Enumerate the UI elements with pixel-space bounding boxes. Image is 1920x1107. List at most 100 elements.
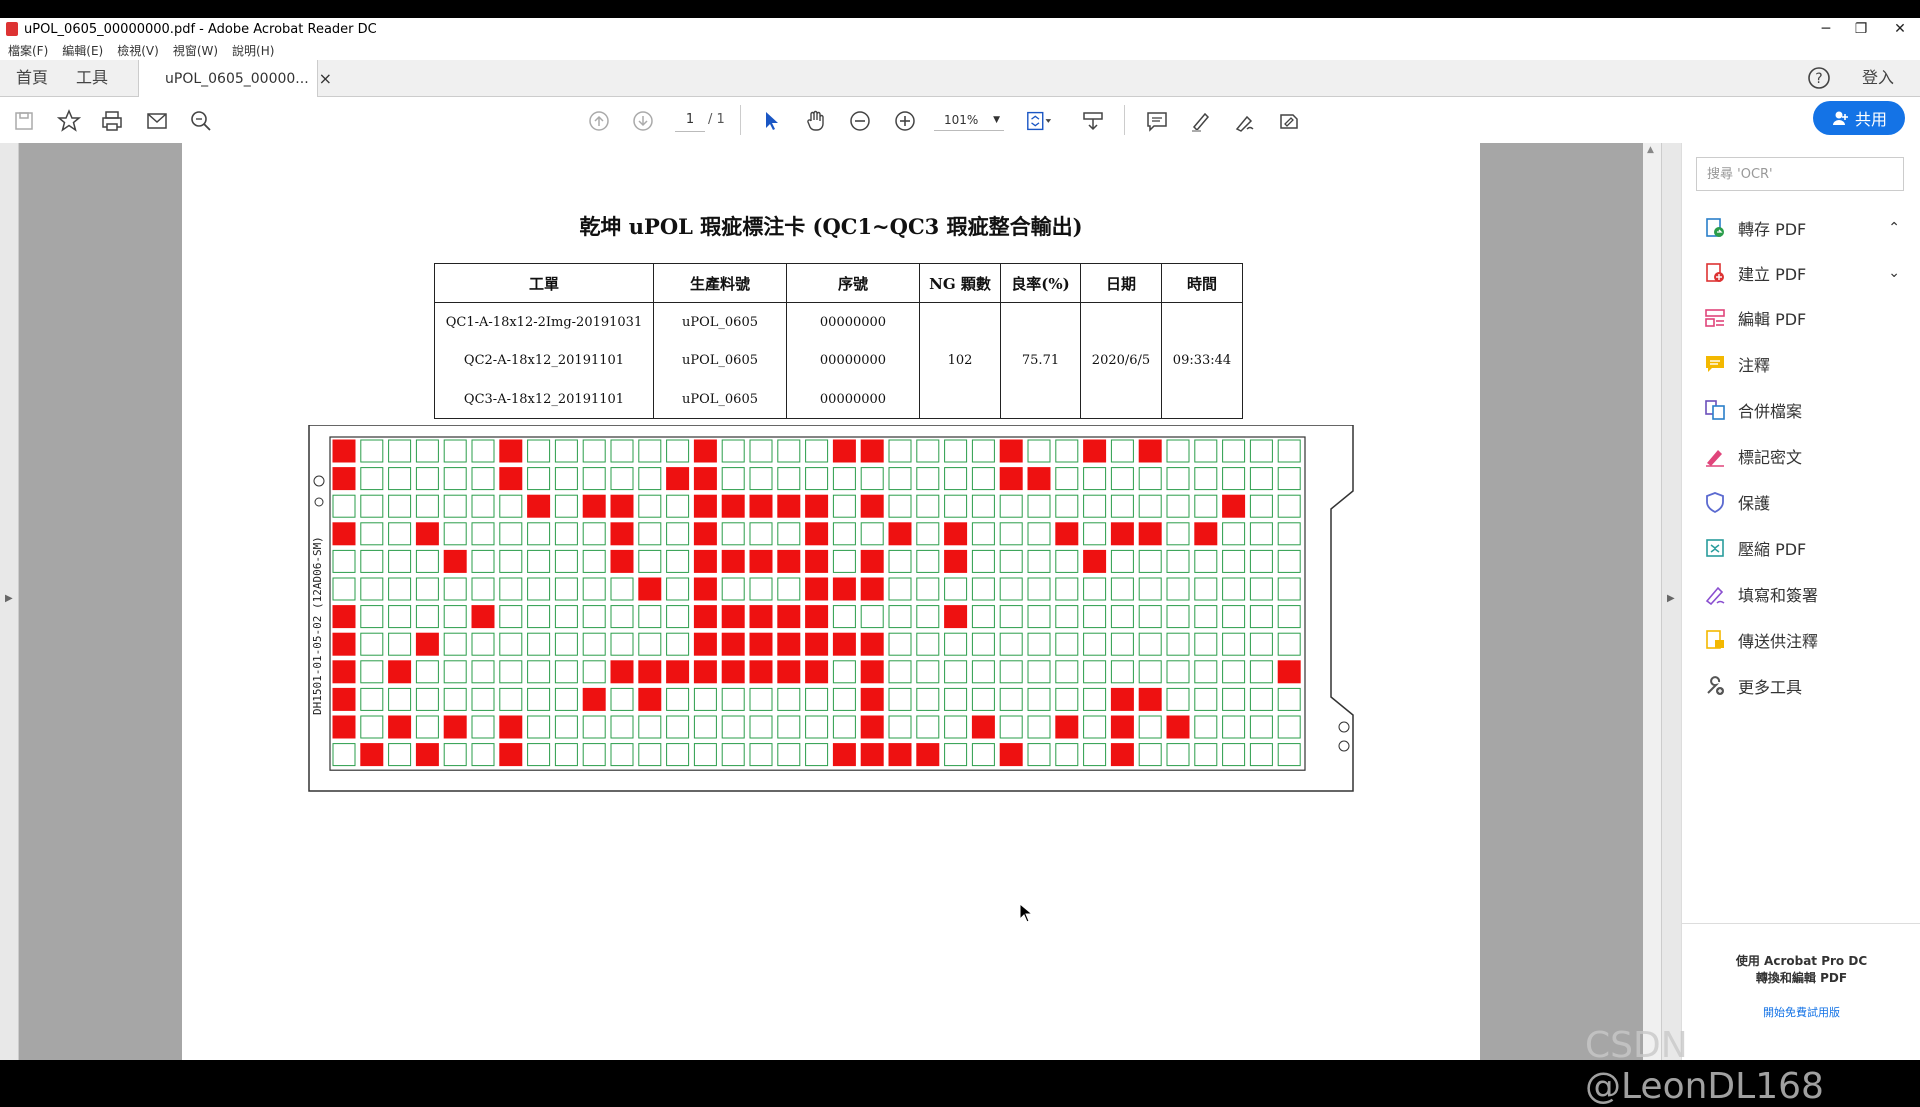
grid-cell	[360, 522, 384, 546]
next-page-icon[interactable]	[629, 107, 657, 135]
defect-cell	[1055, 522, 1079, 546]
grid-cell	[777, 577, 801, 601]
tool-fill-sign[interactable]: 填寫和簽署	[1704, 579, 1904, 609]
defect-cell	[944, 522, 968, 546]
tool-create-pdf[interactable]: 建立 PDF ⌄	[1704, 258, 1904, 288]
restore-button[interactable]: ❐	[1845, 18, 1877, 40]
close-window-button[interactable]: ✕	[1884, 18, 1916, 40]
grid-cell	[415, 660, 439, 684]
tab-close-button[interactable]: ×	[319, 69, 332, 88]
free-trial-link[interactable]: 開始免費試用版	[1682, 1004, 1920, 1020]
grid-cell	[499, 660, 523, 684]
tool-edit-pdf[interactable]: 編輯 PDF	[1704, 303, 1904, 333]
defect-cell	[832, 743, 856, 767]
tool-comment[interactable]: 注釋	[1704, 349, 1904, 379]
grid-cell	[554, 494, 578, 518]
share-button[interactable]: 共用	[1813, 101, 1905, 135]
bookmark-star-icon[interactable]	[55, 107, 83, 135]
sign-in-link[interactable]: 登入	[1862, 60, 1894, 96]
grid-cell	[360, 577, 384, 601]
zoom-level-select[interactable]: 101% ▼	[934, 109, 1004, 131]
sign-pen-icon[interactable]	[1231, 107, 1259, 135]
menu-file[interactable]: 檔案(F)	[8, 42, 48, 59]
grid-cell	[638, 549, 662, 573]
grid-cell	[1249, 522, 1273, 546]
highlight-pen-icon[interactable]	[1187, 107, 1215, 135]
export-pdf-icon	[1706, 218, 1724, 237]
defect-cell	[1110, 715, 1134, 739]
grid-cell	[1138, 605, 1162, 629]
tool-send-comments[interactable]: 傳送供注釋	[1704, 625, 1904, 655]
grid-cell	[1083, 632, 1107, 656]
chevron-up-icon[interactable]: ⌃	[1888, 220, 1900, 236]
toolbar: 1 / 1 101% ▼	[0, 97, 1920, 144]
menu-help[interactable]: 說明(H)	[232, 42, 274, 59]
email-icon[interactable]	[143, 107, 171, 135]
left-panel-toggle[interactable]: ▶	[0, 143, 19, 1060]
grid-cell	[971, 743, 995, 767]
vertical-scrollbar[interactable]: ▲	[1643, 143, 1661, 1060]
tab-home[interactable]: 首頁	[16, 60, 48, 96]
tab-document[interactable]: uPOL_0605_00000... ×	[138, 60, 332, 97]
grid-cell	[1055, 577, 1079, 601]
grid-cell	[471, 632, 495, 656]
menu-window[interactable]: 視窗(W)	[173, 42, 218, 59]
tool-label: 轉存 PDF	[1738, 220, 1807, 239]
tool-redact[interactable]: 標記密文	[1704, 441, 1904, 471]
tool-combine-files[interactable]: 合併檔案	[1704, 395, 1904, 425]
tab-bar: 首頁 工具 uPOL_0605_00000... × ? 登入	[0, 60, 1920, 97]
tool-more-tools[interactable]: 更多工具	[1704, 671, 1904, 701]
minimize-button[interactable]: ─	[1810, 18, 1842, 40]
tool-label: 合併檔案	[1738, 402, 1803, 421]
expand-left-icon[interactable]: ▶	[5, 593, 13, 604]
print-icon[interactable]	[98, 107, 126, 135]
zoom-in-icon[interactable]	[891, 107, 919, 135]
page-number-input[interactable]: 1	[675, 109, 705, 132]
grid-cell	[1138, 577, 1162, 601]
right-panel-toggle[interactable]: ▶	[1661, 143, 1682, 1060]
send-sign-icon[interactable]	[1275, 107, 1303, 135]
comment-tool-icon	[1706, 356, 1724, 372]
grid-cell	[638, 715, 662, 739]
tool-export-pdf[interactable]: 轉存 PDF ⌃	[1704, 213, 1904, 243]
previous-page-icon[interactable]	[585, 107, 613, 135]
select-cursor-icon[interactable]	[758, 107, 786, 135]
zoom-out-icon[interactable]	[846, 107, 874, 135]
grid-cell	[1249, 632, 1273, 656]
grid-cell	[582, 715, 606, 739]
search-icon[interactable]	[187, 107, 215, 135]
tools-search-input[interactable]: 搜尋 'OCR'	[1696, 157, 1904, 191]
comment-icon[interactable]	[1143, 107, 1171, 135]
grid-cell	[388, 743, 412, 767]
fit-page-icon[interactable]	[1025, 107, 1053, 135]
tool-compress-pdf[interactable]: 壓縮 PDF	[1704, 533, 1904, 563]
tab-tools[interactable]: 工具	[76, 60, 108, 96]
help-icon[interactable]: ?	[1807, 66, 1831, 90]
defect-cell	[332, 439, 356, 463]
save-icon[interactable]	[10, 107, 38, 135]
grid-cell	[471, 715, 495, 739]
grid-cell	[499, 549, 523, 573]
watermark-text: CSDN @LeonDL168	[1585, 1025, 1824, 1107]
grid-cell	[471, 549, 495, 573]
grid-cell	[415, 605, 439, 629]
grid-cell	[971, 494, 995, 518]
chevron-down-icon[interactable]: ⌄	[1888, 265, 1900, 281]
pdf-page: 乾坤 uPOL 瑕疵標注卡 (QC1~QC3 瑕疵整合輸出) 工單 生產料號 序…	[182, 143, 1480, 1060]
grid-cell	[332, 494, 356, 518]
scroll-up-icon[interactable]: ▲	[1647, 145, 1654, 155]
grid-cell	[471, 494, 495, 518]
scroll-mode-icon[interactable]	[1079, 107, 1107, 135]
defect-cell	[582, 687, 606, 711]
grid-cell	[666, 605, 690, 629]
grid-cell	[749, 687, 773, 711]
grid-cell	[971, 549, 995, 573]
collapse-right-icon[interactable]: ▶	[1667, 593, 1675, 604]
tool-protect[interactable]: 保護	[1704, 487, 1904, 517]
menu-edit[interactable]: 編輯(E)	[62, 42, 103, 59]
menu-view[interactable]: 檢視(V)	[117, 42, 159, 59]
hand-tool-icon[interactable]	[802, 107, 830, 135]
grid-cell	[388, 494, 412, 518]
defect-cell	[415, 632, 439, 656]
grid-cell	[832, 687, 856, 711]
